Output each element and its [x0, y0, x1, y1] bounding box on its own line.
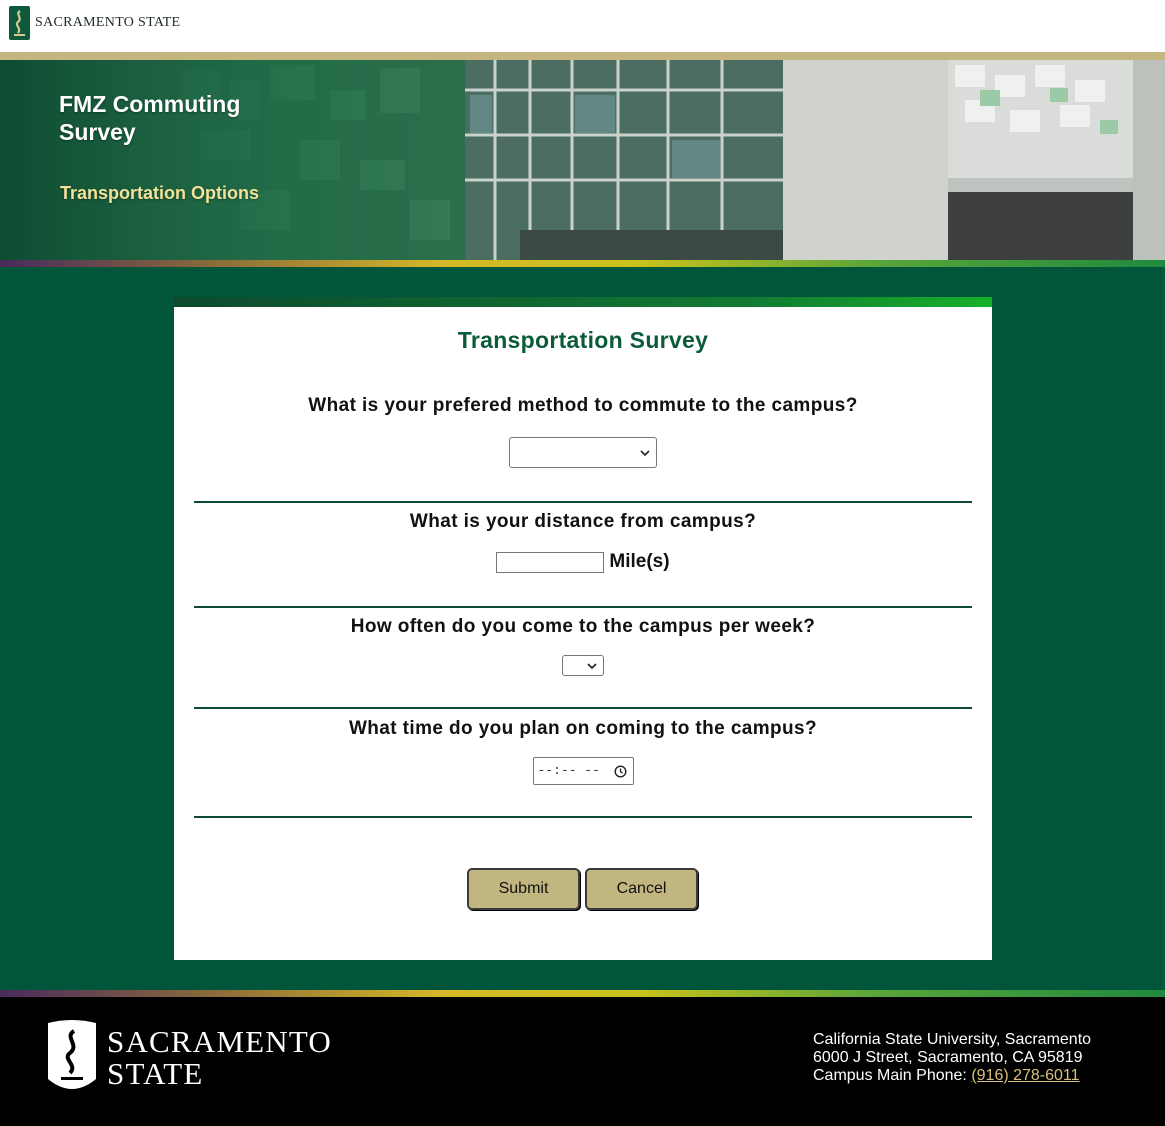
phone-link[interactable]: (916) 278-6011	[971, 1067, 1079, 1084]
question-frequency: How often do you come to the campus per …	[194, 616, 972, 681]
question-label: What is your prefered method to commute …	[308, 395, 858, 416]
section-divider	[194, 501, 972, 503]
footer-address: California State University, Sacramento …	[813, 1031, 1091, 1085]
top-header: SACRAMENTO STATE	[0, 0, 1165, 52]
hornet-emblem-icon	[9, 6, 30, 40]
brand-wordmark: SACRAMENTO STATE	[35, 15, 181, 30]
hornet-shield-icon	[46, 1019, 98, 1097]
chevron-down-icon	[587, 662, 597, 669]
question-label: What time do you plan on coming to the c…	[348, 718, 818, 739]
frequency-select[interactable]	[562, 655, 604, 676]
section-divider	[194, 606, 972, 608]
cancel-button[interactable]: Cancel	[585, 868, 698, 910]
section-divider	[194, 707, 972, 709]
phone-line: Campus Main Phone: (916) 278-6011	[813, 1067, 1091, 1085]
question-commute-method: What is your prefered method to commute …	[194, 395, 972, 473]
chevron-down-icon	[640, 449, 650, 456]
section-divider	[194, 816, 972, 818]
accent-stripe-bottom	[0, 990, 1165, 997]
question-arrival-time: What time do you plan on coming to the c…	[194, 718, 972, 785]
site-footer: SACRAMENTO STATE California State Univer…	[0, 997, 1165, 1126]
street-address: 6000 J Street, Sacramento, CA 95819	[813, 1049, 1083, 1066]
commute-method-select[interactable]	[509, 437, 657, 468]
hero-subtitle: Transportation Options	[60, 183, 260, 203]
accent-stripe-top	[0, 260, 1165, 267]
survey-title: Transportation Survey	[457, 327, 709, 353]
university-name: California State University, Sacramento	[813, 1031, 1092, 1048]
miles-unit-label: Mile(s)	[609, 551, 670, 572]
footer-logo[interactable]: SACRAMENTO STATE	[46, 1019, 332, 1097]
distance-input[interactable]	[496, 551, 605, 573]
clock-icon[interactable]	[613, 765, 627, 778]
question-label: How often do you come to the campus per …	[350, 616, 816, 637]
main-content: Transportation Survey What is your prefe…	[0, 267, 1165, 990]
arrival-time-input[interactable]: --:-- --	[532, 757, 634, 785]
footer-wordmark: SACRAMENTO STATE	[107, 1026, 332, 1090]
question-distance: What is your distance from campus? Mile(…	[194, 511, 972, 573]
hero-banner: FMZ Commuting Survey Transportation Opti…	[0, 60, 1165, 260]
sacramento-state-logo[interactable]: SACRAMENTO STATE	[9, 6, 180, 40]
footer-wordmark-line1: SACRAMENTO	[107, 1024, 333, 1059]
phone-label: Campus Main Phone:	[813, 1067, 972, 1084]
gold-divider	[0, 52, 1165, 60]
submit-button[interactable]: Submit	[467, 868, 580, 910]
card-accent-bar	[174, 297, 992, 307]
time-value: --:-- --	[537, 763, 600, 778]
survey-card: Transportation Survey What is your prefe…	[174, 297, 992, 960]
hero-title: FMZ Commuting Survey	[59, 91, 241, 145]
question-label: What is your distance from campus?	[409, 511, 757, 532]
footer-wordmark-line2: STATE	[107, 1056, 204, 1091]
